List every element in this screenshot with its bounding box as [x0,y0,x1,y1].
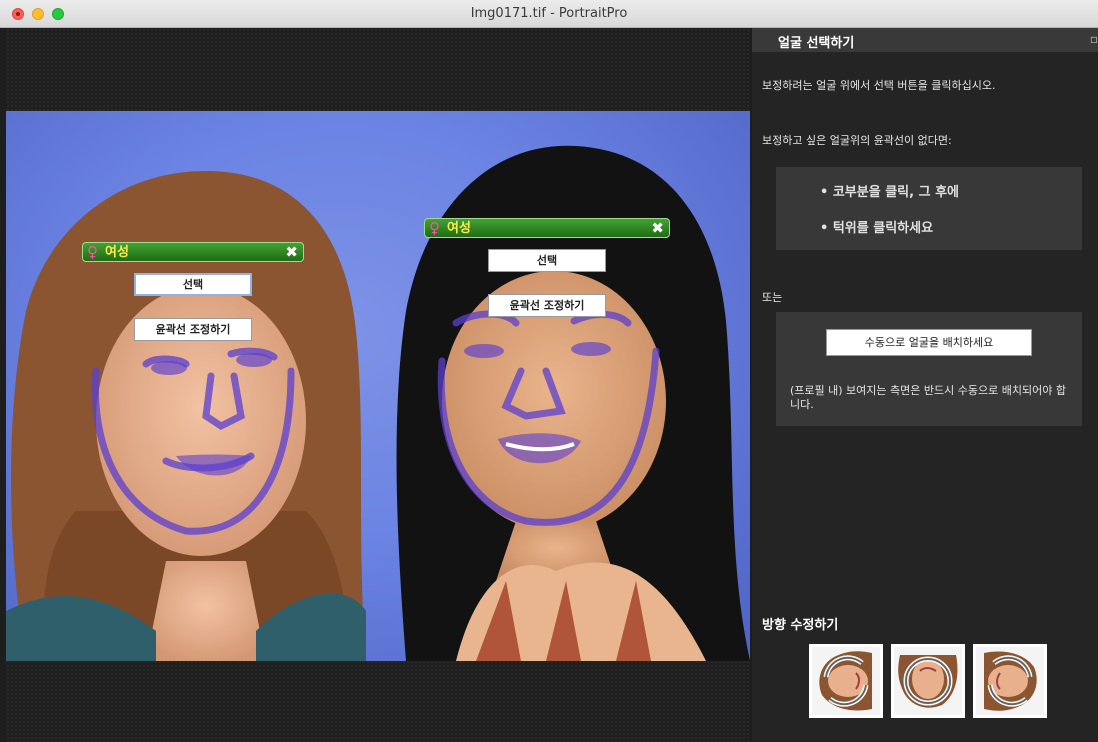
hint-bullet-chin: • 턱위를 클릭하세요 [820,221,934,236]
close-icon[interactable]: ✖ [651,220,664,237]
face-1-bar: ♀ 여성 ✖ [82,242,304,262]
manual-place-face-button[interactable]: 수동으로 얼굴을 배치하세요 [826,329,1032,356]
rotate-180-button[interactable] [891,644,965,718]
face-1-gender-label[interactable]: 여성 [105,245,129,260]
select-face-panel: 얼굴 선택하기 ▫ 보정하려는 얼굴 위에서 선택 버튼을 클릭하십시오. 보정… [752,28,1098,742]
manual-box: 수동으로 얼굴을 배치하세요 (프로필 내) 보여지는 측면은 반드시 수동으로… [776,312,1082,426]
face-2-gender-label[interactable]: 여성 [447,221,471,236]
portrait-photo[interactable]: ♀ 여성 ✖ 선택 윤곽선 조정하기 ♀ 여성 ✖ 선택 윤곽선 조정하기 [6,111,750,661]
orientation-title: 방향 수정하기 [762,618,839,633]
face-1-select-button[interactable]: 선택 [134,273,252,296]
rotate-left-button[interactable] [809,644,883,718]
rotate-180-icon [894,647,962,715]
female-icon[interactable]: ♀ [429,220,440,237]
hint-bullet-nose: • 코부분을 클릭, 그 후에 [820,185,959,200]
or-text: 또는 [762,291,783,304]
female-icon[interactable]: ♀ [87,244,98,261]
instruction-text: 보정하려는 얼굴 위에서 선택 버튼을 클릭하십시오. [762,79,996,92]
hint-box: • 코부분을 클릭, 그 후에 • 턱위를 클릭하세요 [776,167,1082,250]
rotate-right-button[interactable] [973,644,1047,718]
manual-note: (프로필 내) 보여지는 측면은 반드시 수동으로 배치되어야 합니다. [790,384,1066,411]
close-icon[interactable]: ✖ [285,244,298,261]
photo-illustration [6,145,750,661]
face-1-adjust-outline-button[interactable]: 윤곽선 조정하기 [134,318,252,341]
window-titlebar: Img0171.tif - PortraitPro [0,0,1098,28]
rotate-left-icon [812,647,880,715]
panel-corner-icon: ▫ [1089,32,1098,46]
face-2-bar: ♀ 여성 ✖ [424,218,670,238]
panel-header: 얼굴 선택하기 ▫ [752,28,1098,52]
rotate-right-icon [976,647,1044,715]
window-title: Img0171.tif - PortraitPro [470,6,628,21]
face-2-adjust-outline-button[interactable]: 윤곽선 조정하기 [488,294,606,317]
no-outline-text: 보정하고 싶은 얼굴위의 윤곽선이 없다면: [762,134,952,147]
face-2-select-button[interactable]: 선택 [488,249,606,272]
panel-title: 얼굴 선택하기 [778,36,855,51]
